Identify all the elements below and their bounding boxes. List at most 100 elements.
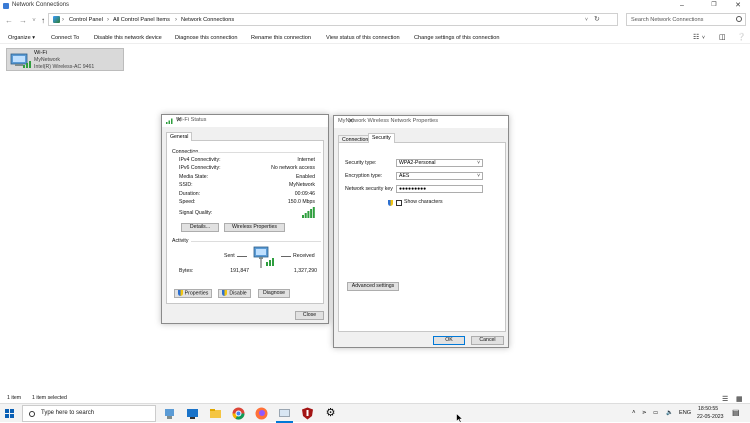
adapter-device: Intel(R) Wireless-AC 9461 xyxy=(34,64,95,70)
show-characters-label: Show characters xyxy=(404,199,443,205)
row-value: Enabled xyxy=(295,174,315,180)
bytes-label: Bytes: xyxy=(179,268,194,274)
breadcrumb-network-connections[interactable]: Network Connections xyxy=(181,15,234,25)
refresh-icon[interactable]: ↻ xyxy=(594,15,600,25)
network-activity-icon xyxy=(253,246,274,268)
dialog-titlebar: Wi-Fi Status ✕ xyxy=(162,115,328,127)
disable-button[interactable]: Disable xyxy=(218,289,251,298)
disable-device-button[interactable]: Disable this network device xyxy=(94,34,162,42)
row-label: IPv4 Connectivity: xyxy=(179,157,221,163)
maximize-button[interactable]: ❐ xyxy=(704,1,724,11)
wireless-properties-button[interactable]: Wireless Properties xyxy=(224,223,285,232)
clock-time[interactable]: 18:50:55 xyxy=(698,405,718,413)
tab-general[interactable]: General xyxy=(166,132,193,141)
tab-security[interactable]: Security xyxy=(368,133,395,143)
firefox-icon[interactable] xyxy=(255,407,268,420)
chevron-down-icon: ˅ xyxy=(477,160,480,166)
wifi-adapter-item[interactable]: Wi-Fi MyNetwork Intel(R) Wireless-AC 946… xyxy=(6,48,124,71)
bytes-received: 1,327,290 xyxy=(293,268,317,274)
windows-start-icon[interactable] xyxy=(5,409,14,418)
battery-tray-icon[interactable]: ▭ xyxy=(653,409,658,417)
address-dropdown-chevron-icon[interactable]: ˅ xyxy=(585,15,588,25)
address-bar[interactable]: › Control Panel › All Control Panel Item… xyxy=(48,13,618,26)
properties-button[interactable]: Properties xyxy=(174,289,212,298)
bytes-sent: 191,847 xyxy=(230,268,249,274)
file-explorer-icon[interactable] xyxy=(209,407,222,420)
row-label: SSID: xyxy=(179,182,193,188)
divider xyxy=(191,241,321,242)
minimize-button[interactable]: – xyxy=(672,1,692,11)
activity-line xyxy=(237,256,247,257)
language-indicator[interactable]: ENG xyxy=(679,409,691,417)
details-button[interactable]: Details... xyxy=(181,223,219,232)
security-app-icon[interactable] xyxy=(301,407,314,420)
breadcrumb-control-panel[interactable]: Control Panel xyxy=(69,15,103,25)
adapter-name: Wi-Fi xyxy=(34,50,48,56)
connect-to-button[interactable]: Connect To xyxy=(51,34,79,42)
chevron-down-icon: ˅ xyxy=(477,173,480,179)
clock-date[interactable]: 22-05-2023 xyxy=(697,413,724,421)
up-arrow-icon[interactable]: ↑ xyxy=(38,16,48,26)
taskbar: Type here to search ⚙ ˄ ⋗ ▭ 🔈 ENG 18:50:… xyxy=(0,403,750,423)
volume-tray-icon[interactable]: 🔈 xyxy=(666,409,673,417)
selected-count: 1 item selected xyxy=(32,395,67,401)
received-label: Received xyxy=(293,253,315,259)
dialog-close-icon[interactable]: ✕ xyxy=(348,117,504,125)
network-app-icon[interactable] xyxy=(164,407,177,420)
activity-line xyxy=(281,256,291,257)
preview-pane-icon[interactable]: ◫ xyxy=(719,34,726,42)
advanced-settings-button[interactable]: Advanced settings xyxy=(347,282,399,291)
row-value: 150.0 Mbps xyxy=(287,199,315,205)
settings-gear-icon[interactable]: ⚙ xyxy=(324,407,337,420)
command-bar: Organize ▾ Connect To Disable this netwo… xyxy=(0,31,750,44)
chrome-icon[interactable] xyxy=(232,407,245,420)
row-value: 00:09:46 xyxy=(294,191,315,197)
security-key-input[interactable]: ●●●●●●●●● xyxy=(396,185,483,193)
search-icon xyxy=(736,16,742,22)
close-window-button[interactable]: ✕ xyxy=(728,1,748,11)
row-label: Speed: xyxy=(179,199,196,205)
dialog-close-icon[interactable]: ✕ xyxy=(176,116,324,124)
details-view-icon[interactable]: ☰ xyxy=(722,395,728,403)
cancel-button[interactable]: Cancel xyxy=(471,336,504,345)
uac-shield-icon xyxy=(222,290,228,296)
tray-chevron-up-icon[interactable]: ˄ xyxy=(632,409,636,417)
organize-menu[interactable]: Organize ▾ xyxy=(8,34,35,42)
computer-app-icon[interactable] xyxy=(278,407,291,420)
view-options-icon[interactable]: ☷ xyxy=(693,34,699,42)
search-input[interactable]: Search Network Connections xyxy=(626,13,746,26)
dialog-titlebar: MyNetwork Wireless Network Properties ✕ xyxy=(334,116,508,128)
general-panel: Connection IPv4 Connectivity: Internet I… xyxy=(166,140,324,304)
back-arrow-icon[interactable]: ← xyxy=(4,16,14,26)
view-options-chevron-icon[interactable]: ˅ xyxy=(702,34,705,42)
divider xyxy=(193,152,321,153)
row-value: No network access xyxy=(271,165,315,171)
row-value: MyNetwork xyxy=(289,182,315,188)
security-key-label: Network security key xyxy=(345,186,393,192)
properties-button-label: Properties xyxy=(184,290,209,297)
wifi-tray-icon[interactable]: ⋗ xyxy=(642,409,647,417)
breadcrumb-separator: › xyxy=(62,17,64,23)
rename-button[interactable]: Rename this connection xyxy=(251,34,311,42)
view-status-button[interactable]: View status of this connection xyxy=(326,34,400,42)
disable-button-label: Disable xyxy=(229,290,247,297)
encryption-type-select[interactable]: AES ˅ xyxy=(396,172,483,180)
security-type-select[interactable]: WPA2-Personal ˅ xyxy=(396,159,483,167)
close-button[interactable]: Close xyxy=(295,311,324,320)
wireless-adapter-icon xyxy=(10,53,31,68)
ok-button[interactable]: OK xyxy=(433,336,465,345)
change-settings-button[interactable]: Change settings of this connection xyxy=(414,34,500,42)
monitor-app-icon[interactable] xyxy=(186,407,199,420)
security-panel: Security type: WPA2-Personal ˅ Encryption… xyxy=(338,142,506,332)
help-icon[interactable]: ❔ xyxy=(737,34,746,42)
forward-arrow-icon[interactable]: → xyxy=(18,16,28,26)
notifications-icon[interactable]: ▤ xyxy=(732,409,740,417)
large-icons-view-icon[interactable]: ▦ xyxy=(736,395,743,403)
row-label: IPv6 Connectivity: xyxy=(179,165,221,171)
diagnose-dialog-button[interactable]: Diagnose xyxy=(258,289,290,298)
taskbar-search-box[interactable]: Type here to search xyxy=(22,405,156,422)
diagnose-button[interactable]: Diagnose this connection xyxy=(175,34,238,42)
wifi-status-dialog: Wi-Fi Status ✕ General Connection IPv4 C… xyxy=(161,114,329,324)
breadcrumb-all-items[interactable]: All Control Panel Items xyxy=(113,15,170,25)
show-characters-checkbox[interactable] xyxy=(396,200,402,206)
